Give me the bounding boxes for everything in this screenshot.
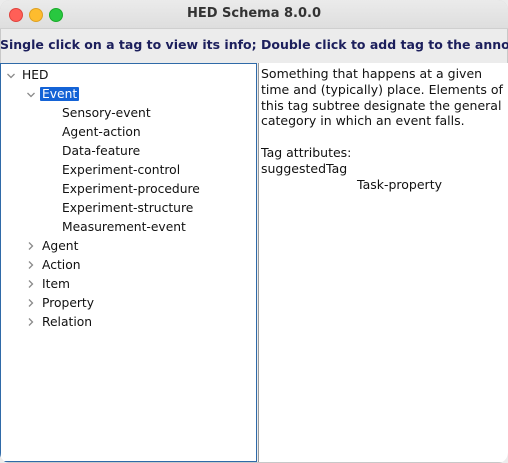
tree-node-leaf[interactable]: Experiment-procedure [62, 180, 200, 198]
tree-node-agent[interactable]: Agent [42, 237, 78, 255]
tag-info-panel: Something that happens at a given time a… [258, 63, 508, 462]
schema-tree[interactable]: HED Event Sensory-event Agent-action Dat… [0, 63, 257, 462]
tag-description: Something that happens at a given time a… [261, 66, 503, 129]
tree-node-leaf[interactable]: Measurement-event [62, 218, 186, 236]
chevron-right-icon[interactable] [26, 279, 36, 289]
tree-node-event[interactable]: Event [40, 85, 80, 103]
tree-node-leaf[interactable]: Agent-action [62, 123, 141, 141]
attribute-name: suggestedTag [261, 160, 348, 176]
chevron-right-icon[interactable] [26, 298, 36, 308]
window-title: HED Schema 8.0.0 [186, 6, 322, 21]
tree-node-leaf[interactable]: Experiment-control [62, 161, 180, 179]
chevron-right-icon[interactable] [26, 241, 36, 251]
chevron-right-icon[interactable] [26, 260, 36, 270]
tree-node-leaf[interactable]: Data-feature [62, 142, 140, 160]
tag-attributes-heading: Tag attributes: [261, 145, 352, 161]
tree-node-action[interactable]: Action [42, 256, 81, 274]
chevron-down-icon[interactable] [6, 71, 16, 81]
tree-node-hed[interactable]: HED [22, 66, 49, 84]
tree-node-property[interactable]: Property [42, 294, 94, 312]
app-window: HED Schema 8.0.0 Single click on a tag t… [0, 0, 508, 463]
chevron-down-icon[interactable] [26, 90, 36, 100]
selected-tag-label[interactable]: Event [40, 87, 80, 101]
tree-node-item[interactable]: Item [42, 275, 70, 293]
title-bar: HED Schema 8.0.0 [0, 0, 508, 29]
tree-node-relation[interactable]: Relation [42, 313, 92, 331]
instruction-text: Single click on a tag to view its info; … [0, 37, 508, 52]
tree-node-leaf[interactable]: Experiment-structure [62, 199, 193, 217]
chevron-right-icon[interactable] [26, 317, 36, 327]
tree-node-leaf[interactable]: Sensory-event [62, 104, 151, 122]
attribute-value: Task-property [357, 176, 442, 192]
